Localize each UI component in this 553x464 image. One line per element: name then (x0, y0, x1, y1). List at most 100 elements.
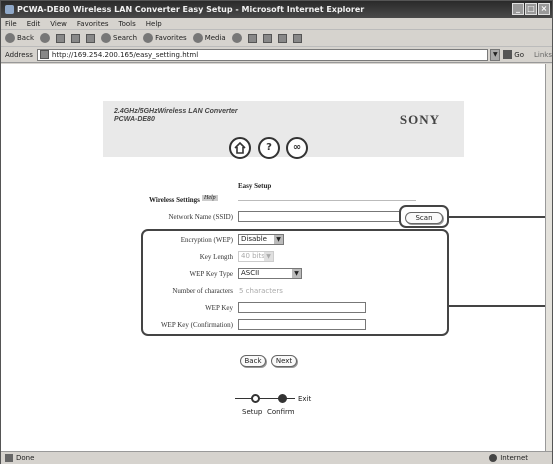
window-controls: _ □ × (512, 3, 550, 15)
ie-icon (5, 5, 14, 14)
key-length-value: 40 bits (241, 252, 265, 260)
close-button[interactable]: × (538, 3, 550, 15)
print-icon[interactable] (262, 33, 272, 43)
security-zone: Internet (489, 454, 528, 462)
search-label: Search (113, 34, 138, 42)
encryption-value: Disable (241, 235, 267, 243)
menu-favorites[interactable]: Favorites (77, 20, 109, 28)
page-content: 2.4GHz/5GHzWireless LAN Converter PCWA-D… (1, 64, 545, 451)
menu-file[interactable]: File (5, 20, 17, 28)
chevron-down-icon: ▼ (274, 235, 283, 244)
scan-callout-leader (449, 216, 545, 218)
chevron-down-icon: ▼ (292, 269, 301, 278)
num-chars-label: Number of characters (172, 287, 233, 295)
header-panel: 2.4GHz/5GHzWireless LAN Converter PCWA-D… (103, 101, 464, 159)
step-setup-label: Setup (242, 408, 263, 416)
wep-key-label: WEP Key (205, 304, 233, 312)
refresh-icon[interactable] (71, 33, 80, 43)
discuss-icon[interactable] (292, 33, 302, 43)
wep-key-confirm-input[interactable] (238, 319, 366, 330)
wep-key-input[interactable] (238, 302, 366, 313)
page-status-icon (5, 454, 13, 462)
go-button[interactable]: Go (503, 50, 524, 59)
toolbar: Back Search Favorites Media (1, 30, 552, 47)
mail-icon[interactable] (247, 33, 257, 43)
link-icon: ∞ (292, 142, 302, 153)
key-length-select[interactable]: 40 bits ▼ (238, 251, 274, 262)
step-exit-label: Exit (298, 395, 312, 403)
stop-icon[interactable] (56, 33, 65, 43)
brand-logo: SONY (399, 112, 440, 127)
back-label: Back (17, 34, 34, 42)
menu-help[interactable]: Help (146, 20, 162, 28)
history-icon[interactable] (231, 33, 242, 43)
wep-callout-leader (449, 305, 545, 307)
menu-edit[interactable]: Edit (27, 20, 41, 28)
step-confirm-marker (278, 394, 287, 403)
title-bar: PCWA-DE80 Wireless LAN Converter Easy Se… (1, 1, 552, 18)
address-bar: Address http://169.254.200.165/easy_sett… (1, 47, 552, 63)
encryption-label: Encryption (WEP) (180, 236, 233, 244)
media-icon (192, 33, 203, 43)
address-label: Address (5, 50, 33, 59)
step-confirm-label: Confirm (267, 408, 295, 416)
page-icon (39, 50, 49, 59)
status-bar: Done Internet (1, 451, 552, 464)
window-title: PCWA-DE80 Wireless LAN Converter Easy Se… (17, 5, 365, 14)
address-input[interactable]: http://169.254.200.165/easy_setting.html (36, 48, 489, 61)
zone-text: Internet (500, 454, 528, 462)
search-button[interactable]: Search (101, 33, 137, 43)
home-nav-button[interactable] (229, 137, 251, 159)
home-icon[interactable] (86, 33, 95, 43)
help-link[interactable]: Help (202, 195, 218, 201)
back-button[interactable]: Back (5, 33, 34, 43)
go-arrow-icon (503, 50, 513, 59)
browser-window: PCWA-DE80 Wireless LAN Converter Easy Se… (0, 0, 553, 464)
address-url: http://169.254.200.165/easy_setting.html (51, 50, 199, 59)
product-line2: PCWA-DE80 (114, 116, 155, 123)
page-title: Easy Setup (238, 182, 272, 190)
vertical-scrollbar[interactable] (545, 64, 552, 451)
key-length-label: Key Length (199, 253, 233, 261)
back-button-form[interactable]: Back (240, 355, 266, 367)
link-nav-button[interactable]: ∞ (286, 137, 308, 159)
ssid-label: Network Name (SSID) (168, 213, 233, 221)
product-name: 2.4GHz/5GHzWireless LAN Converter PCWA-D… (114, 108, 238, 124)
section-title: Wireless Settings (149, 196, 200, 204)
key-type-select[interactable]: ASCII ▼ (238, 268, 302, 279)
home-icon (234, 141, 246, 154)
menu-bar: File Edit View Favorites Tools Help (1, 18, 552, 30)
status-text: Done (16, 454, 35, 462)
go-label: Go (514, 50, 525, 59)
product-line1: 2.4GHz/5GHzWireless LAN Converter (114, 108, 238, 115)
media-label: Media (204, 34, 226, 42)
key-type-value: ASCII (241, 269, 260, 277)
search-icon (101, 33, 111, 43)
step-setup-marker (251, 394, 260, 403)
globe-icon (489, 454, 498, 462)
next-button[interactable]: Next (271, 355, 297, 367)
media-button[interactable]: Media (192, 33, 226, 43)
chevron-down-icon: ▼ (264, 252, 273, 261)
encryption-select[interactable]: Disable ▼ (238, 234, 284, 245)
address-dropdown-icon[interactable]: ▼ (490, 48, 501, 61)
links-label[interactable]: Links (534, 51, 552, 59)
favorites-label: Favorites (155, 34, 187, 42)
help-icon: ? (266, 142, 272, 153)
scan-callout (399, 205, 449, 228)
wep-key-confirm-label: WEP Key (Confirmation) (160, 321, 233, 329)
favorites-button[interactable]: Favorites (143, 33, 187, 43)
menu-view[interactable]: View (50, 20, 67, 28)
num-chars-value: 5 characters (239, 287, 283, 295)
maximize-button[interactable]: □ (525, 3, 537, 15)
back-arrow-icon (5, 33, 15, 43)
ssid-input[interactable] (238, 211, 401, 222)
star-icon (143, 33, 154, 43)
minimize-button[interactable]: _ (512, 3, 524, 15)
section-divider (238, 200, 416, 201)
forward-arrow-icon[interactable] (40, 33, 50, 43)
menu-tools[interactable]: Tools (119, 20, 136, 28)
key-type-label: WEP Key Type (189, 270, 233, 278)
help-nav-button[interactable]: ? (258, 137, 280, 159)
edit-icon[interactable] (277, 33, 287, 43)
